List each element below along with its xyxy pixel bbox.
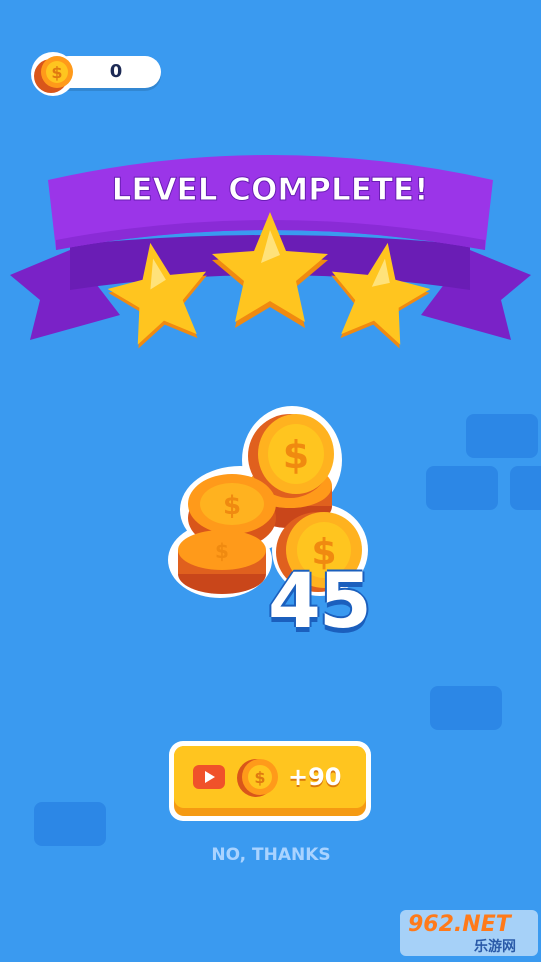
watch-ad-button-face: $ +90 <box>174 746 366 808</box>
watch-ad-button-base: $ +90 <box>174 746 366 816</box>
svg-text:$: $ <box>215 539 229 563</box>
video-play-icon <box>193 765 225 789</box>
svg-text:$: $ <box>283 433 309 477</box>
watermark-logo: 962.NET 乐游网 <box>400 910 541 962</box>
watermark-subtitle: 乐游网 <box>474 939 516 955</box>
banner-title: LEVEL COMPLETE! <box>112 172 429 208</box>
coin-counter: 0 $ <box>31 50 161 96</box>
watermark-brand: 962.NET <box>408 912 511 937</box>
svg-text:$: $ <box>223 491 241 521</box>
coin-icon: $ <box>237 759 278 797</box>
svg-text:$: $ <box>51 63 62 82</box>
background-brick <box>430 686 502 730</box>
background-brick <box>510 466 541 510</box>
coin-icon: $ <box>31 52 75 96</box>
level-complete-banner: LEVEL COMPLETE! <box>10 155 531 349</box>
no-thanks-link[interactable]: NO, THANKS <box>170 842 372 868</box>
background-brick <box>34 802 106 846</box>
background-brick <box>426 466 498 510</box>
reward-amount: 45 <box>268 556 372 645</box>
svg-text:$: $ <box>254 768 265 787</box>
watch-ad-bonus-button[interactable]: $ +90 <box>169 741 371 821</box>
background-brick <box>466 414 538 458</box>
watch-ad-reward-label: +90 <box>288 763 342 791</box>
coin-count: 0 <box>109 61 123 82</box>
